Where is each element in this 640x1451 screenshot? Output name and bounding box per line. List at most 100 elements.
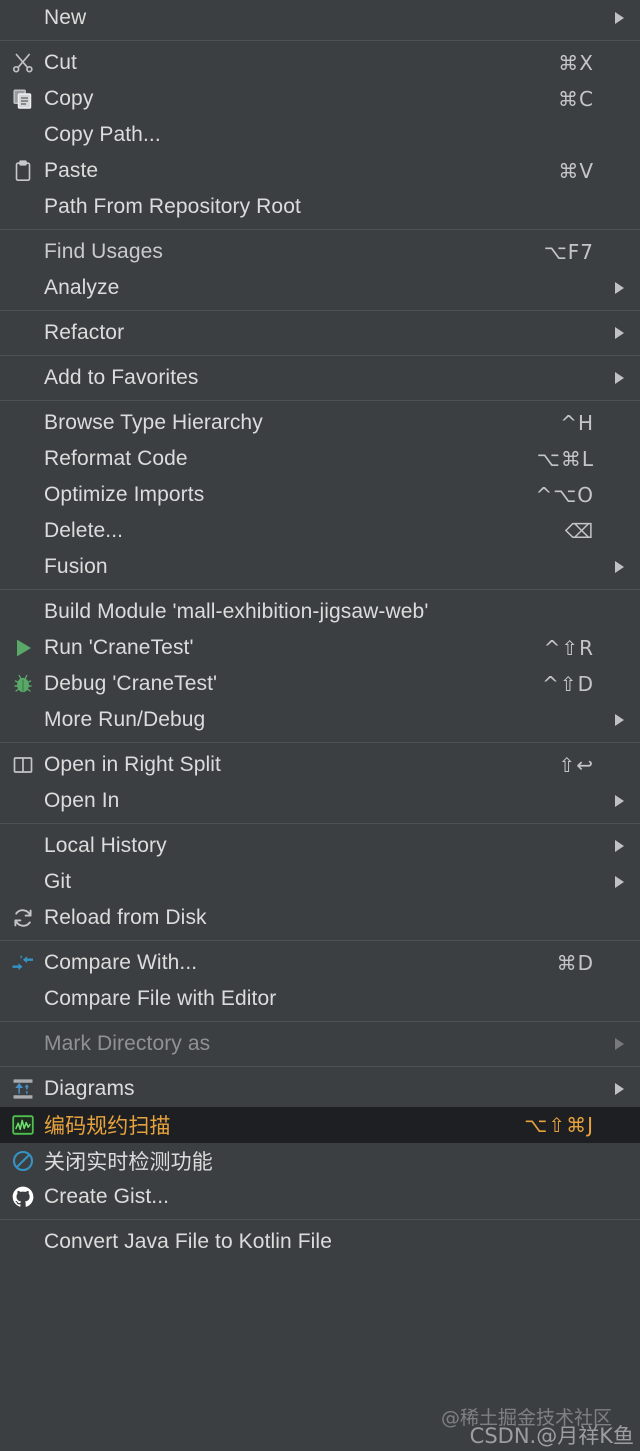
menu-item-label: Optimize Imports — [44, 483, 205, 506]
menu-item-new[interactable]: New — [0, 0, 640, 36]
menu-item-shortcut: ^⇧D — [542, 672, 594, 696]
menu-item-fusion[interactable]: Fusion — [0, 549, 640, 585]
submenu-arrow-icon — [612, 360, 626, 396]
menu-item-label: Copy — [44, 87, 94, 110]
submenu-arrow-icon — [612, 270, 626, 306]
menu-item-label: Fusion — [44, 555, 108, 578]
menu-item-label: Compare File with Editor — [44, 987, 277, 1010]
menu-item-reformat-code[interactable]: Reformat Code ⌥⌘L — [0, 441, 640, 477]
no-icon — [6, 480, 40, 510]
run-icon — [6, 633, 40, 663]
menu-item-label: Mark Directory as — [44, 1032, 211, 1055]
no-icon — [6, 408, 40, 438]
menu-item-build-module-mall-exhibition-jigsaw-web[interactable]: Build Module 'mall-exhibition-jigsaw-web… — [0, 594, 640, 630]
menu-item-label: New — [44, 6, 87, 29]
menu-item-shortcut: ⌥F7 — [543, 240, 594, 264]
menu-item-label: Add to Favorites — [44, 366, 199, 389]
menu-item-label: Diagrams — [44, 1077, 135, 1100]
menu-item-path-from-repository-root[interactable]: Path From Repository Root — [0, 189, 640, 225]
no-icon — [6, 363, 40, 393]
menu-item-delete[interactable]: Delete... ⌫ — [0, 513, 640, 549]
disable-inspection-icon — [6, 1146, 40, 1176]
no-icon — [6, 831, 40, 861]
refactor-group: Refactor — [0, 311, 640, 356]
menu-item-convert-java-file-to-kotlin-file[interactable]: Convert Java File to Kotlin File — [0, 1224, 640, 1260]
menu-item-mark-directory-as: Mark Directory as — [0, 1026, 640, 1062]
favorites-group: Add to Favorites — [0, 356, 640, 401]
diagrams-icon — [6, 1074, 40, 1104]
menu-item-diagrams[interactable]: Diagrams — [0, 1071, 640, 1107]
clipboard-icon — [6, 156, 40, 186]
menu-item-local-history[interactable]: Local History — [0, 828, 640, 864]
menu-item-label: Local History — [44, 834, 167, 857]
menu-item-shortcut: ⇧↩ — [558, 753, 594, 777]
menu-item-reload-from-disk[interactable]: Reload from Disk — [0, 900, 640, 936]
menu-item-label: Reload from Disk — [44, 906, 207, 929]
menu-item-run-cranetest[interactable]: Run 'CraneTest' ^⇧R — [0, 630, 640, 666]
scissors-icon — [6, 48, 40, 78]
menu-item-shortcut: ^H — [560, 411, 594, 435]
menu-item-shortcut: ⌘V — [558, 159, 594, 183]
no-icon — [6, 273, 40, 303]
menu-item-compare-with[interactable]: Compare With... ⌘D — [0, 945, 640, 981]
compare-icon — [6, 948, 40, 978]
menu-item-copy-path[interactable]: Copy Path... — [0, 117, 640, 153]
menu-item-label: Path From Repository Root — [44, 195, 301, 218]
menu-item-browse-type-hierarchy[interactable]: Browse Type Hierarchy ^H — [0, 405, 640, 441]
code-scan-icon — [6, 1110, 40, 1140]
menu-item-label: Git — [44, 870, 72, 893]
menu-item-label: Run 'CraneTest' — [44, 636, 194, 659]
menu-item-paste[interactable]: Paste ⌘V — [0, 153, 640, 189]
github-icon — [6, 1182, 40, 1212]
menu-item-label: Delete... — [44, 519, 124, 542]
debug-icon — [6, 669, 40, 699]
menu-item-open-in-right-split[interactable]: Open in Right Split ⇧↩ — [0, 747, 640, 783]
submenu-arrow-icon — [612, 783, 626, 819]
no-icon — [6, 516, 40, 546]
analyze-group: Find Usages ⌥F7 Analyze — [0, 230, 640, 311]
menu-item-more-run-debug[interactable]: More Run/Debug — [0, 702, 640, 738]
reload-icon — [6, 903, 40, 933]
compare-group: Compare With... ⌘D Compare File with Edito… — [0, 941, 640, 1022]
watermark-line-1: @稀土掘金技术社区 — [440, 1407, 612, 1430]
code-group: Browse Type Hierarchy ^H Reformat Code ⌥⌘L O… — [0, 401, 640, 590]
menu-item-label: Compare With... — [44, 951, 198, 974]
menu-item-关闭实时检测功能[interactable]: 关闭实时检测功能 — [0, 1143, 640, 1179]
no-icon — [6, 3, 40, 33]
menu-item-shortcut: ⌥⌘L — [536, 447, 594, 471]
menu-item-label: Find Usages — [44, 240, 163, 263]
submenu-arrow-icon — [612, 702, 626, 738]
submenu-arrow-icon — [612, 315, 626, 351]
open-group: Open in Right Split ⇧↩ Open In — [0, 743, 640, 824]
split-pane-icon — [6, 750, 40, 780]
menu-item-refactor[interactable]: Refactor — [0, 315, 640, 351]
no-icon — [6, 1029, 40, 1059]
menu-item-git[interactable]: Git — [0, 864, 640, 900]
build-run-group: Build Module 'mall-exhibition-jigsaw-web… — [0, 590, 640, 743]
menu-item-add-to-favorites[interactable]: Add to Favorites — [0, 360, 640, 396]
watermark-line-2: CSDN.@月祥K鱼 — [469, 1423, 634, 1448]
menu-item-编码规约扫描[interactable]: 编码规约扫描 ⌥⇧⌘J — [0, 1107, 640, 1143]
menu-item-label: Analyze — [44, 276, 120, 299]
menu-item-label: Open in Right Split — [44, 753, 221, 776]
mark-directory-group: Mark Directory as — [0, 1022, 640, 1067]
menu-item-cut[interactable]: Cut ⌘X — [0, 45, 640, 81]
menu-item-copy[interactable]: Copy ⌘C — [0, 81, 640, 117]
menu-item-shortcut: ⌘C — [558, 87, 594, 111]
menu-item-create-gist[interactable]: Create Gist... — [0, 1179, 640, 1215]
menu-item-compare-file-with-editor[interactable]: Compare File with Editor — [0, 981, 640, 1017]
no-icon — [6, 444, 40, 474]
menu-item-optimize-imports[interactable]: Optimize Imports ^⌥O — [0, 477, 640, 513]
menu-item-open-in[interactable]: Open In — [0, 783, 640, 819]
menu-item-label: More Run/Debug — [44, 708, 206, 731]
menu-item-analyze[interactable]: Analyze — [0, 270, 640, 306]
menu-item-label: 关闭实时检测功能 — [44, 1150, 213, 1174]
tools-group: Diagrams 编码规约扫描 ⌥⇧⌘J 关闭实时检测功能 Create Gist... — [0, 1067, 640, 1220]
menu-item-label: Paste — [44, 159, 99, 182]
menu-item-label: Open In — [44, 789, 120, 812]
clipboard-group: Cut ⌘X Copy ⌘C Copy Path... Paste ⌘V Path From … — [0, 41, 640, 230]
menu-item-debug-cranetest[interactable]: Debug 'CraneTest' ^⇧D — [0, 666, 640, 702]
vcs-group: Local History Git Reload from Disk — [0, 824, 640, 941]
menu-item-find-usages[interactable]: Find Usages ⌥F7 — [0, 234, 640, 270]
menu-item-shortcut: ^⌥O — [535, 483, 594, 507]
